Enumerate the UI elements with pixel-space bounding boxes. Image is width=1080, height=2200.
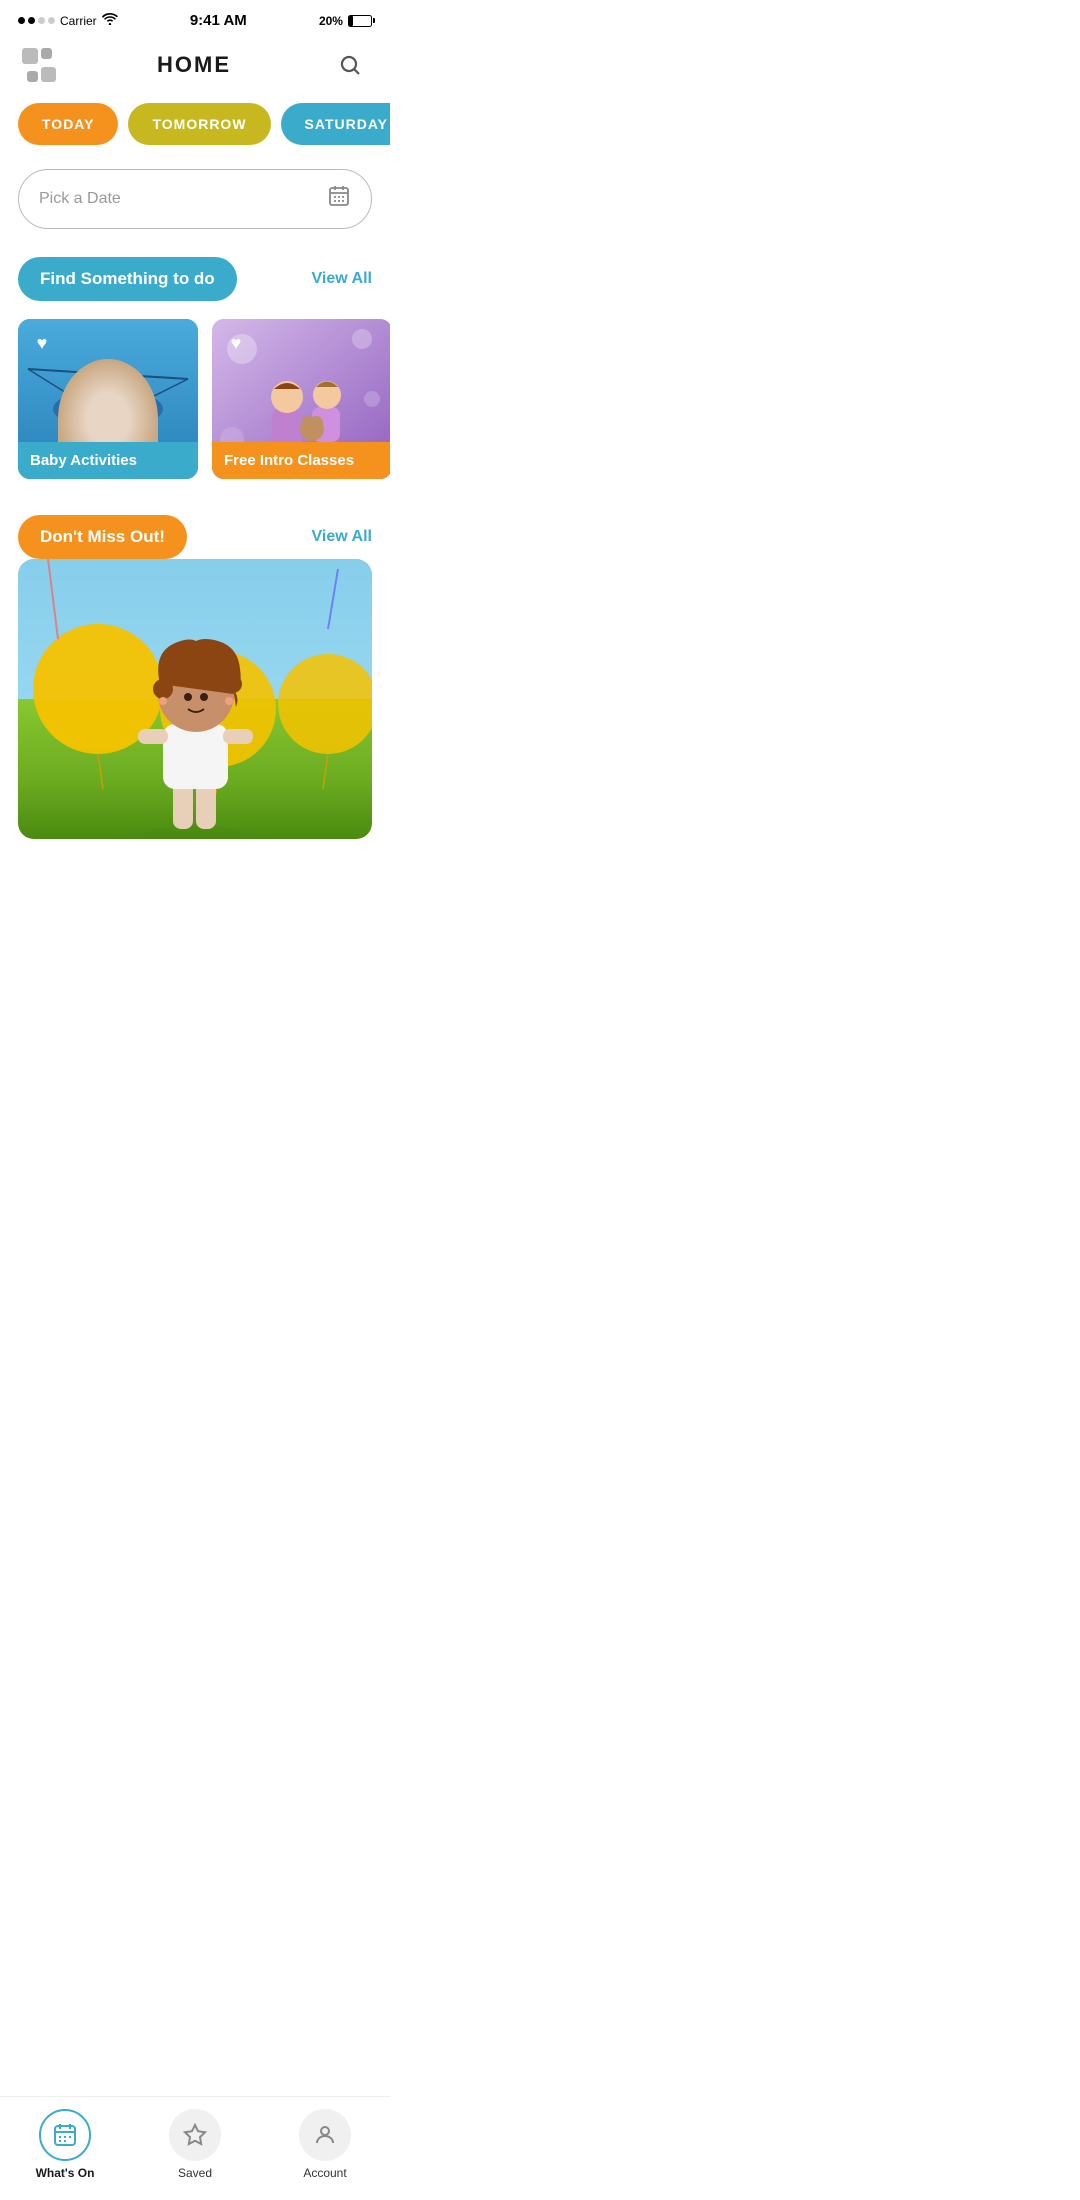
carrier-label: Carrier <box>60 14 97 28</box>
date-picker[interactable]: Pick a Date <box>18 169 372 229</box>
heart-icon-classes: ♥ <box>231 333 242 354</box>
status-bar: Carrier 9:41 AM 20% <box>0 0 390 37</box>
status-left: Carrier <box>18 13 118 28</box>
battery-percent: 20% <box>319 14 343 28</box>
page-title: HOME <box>157 52 231 78</box>
app-logo <box>22 48 56 82</box>
bottom-nav: What's On Saved Account <box>0 2096 390 2200</box>
date-picker-wrapper: Pick a Date <box>0 169 390 229</box>
battery-icon <box>348 15 372 27</box>
status-time: 9:41 AM <box>190 12 247 29</box>
heart-button-baby[interactable]: ♥ <box>28 329 56 357</box>
day-button-tomorrow[interactable]: TOMORROW <box>128 103 270 145</box>
signal-dot-3 <box>38 17 45 24</box>
heart-button-classes[interactable]: ♥ <box>222 329 250 357</box>
day-button-saturday[interactable]: SATURDAY <box>281 103 390 145</box>
nav-whats-on-label: What's On <box>36 2166 95 2180</box>
whats-on-icon-circle <box>39 2109 91 2161</box>
dont-miss-header: Don't Miss Out! View All <box>0 515 390 559</box>
status-right: 20% <box>319 14 372 28</box>
find-view-all[interactable]: View All <box>312 270 372 288</box>
card-label-baby: Baby Activities <box>18 442 198 479</box>
heart-icon-baby: ♥ <box>37 333 48 354</box>
nav-saved-label: Saved <box>178 2166 212 2180</box>
nav-saved[interactable]: Saved <box>155 2109 235 2180</box>
calendar-icon <box>327 184 351 214</box>
account-icon-circle <box>299 2109 351 2161</box>
featured-image-wrapper <box>18 559 372 839</box>
search-button[interactable] <box>332 47 368 83</box>
dont-miss-view-all[interactable]: View All <box>312 528 372 546</box>
activity-cards-row: ♥ Baby Activities <box>0 319 390 479</box>
card-free-classes[interactable]: ♥ Free Intro Classes <box>212 319 390 479</box>
find-section-label: Find Something to do <box>18 257 237 301</box>
dont-miss-label: Don't Miss Out! <box>18 515 187 559</box>
find-section-header: Find Something to do View All <box>0 257 390 301</box>
signal-dot-2 <box>28 17 35 24</box>
nav-whats-on[interactable]: What's On <box>25 2109 105 2180</box>
card-baby-activities[interactable]: ♥ Baby Activities <box>18 319 198 479</box>
app-header: HOME <box>0 37 390 103</box>
day-button-today[interactable]: TODAY <box>18 103 118 145</box>
saved-icon-circle <box>169 2109 221 2161</box>
signal-dots <box>18 17 55 24</box>
card-label-classes: Free Intro Classes <box>212 442 390 479</box>
day-filter-row: TODAY TOMORROW SATURDAY SUNDAY <box>0 103 390 145</box>
signal-dot-4 <box>48 17 55 24</box>
date-picker-placeholder: Pick a Date <box>39 190 121 208</box>
wifi-icon <box>102 13 118 28</box>
featured-image <box>18 559 372 839</box>
nav-account-label: Account <box>303 2166 346 2180</box>
signal-dot-1 <box>18 17 25 24</box>
nav-account[interactable]: Account <box>285 2109 365 2180</box>
